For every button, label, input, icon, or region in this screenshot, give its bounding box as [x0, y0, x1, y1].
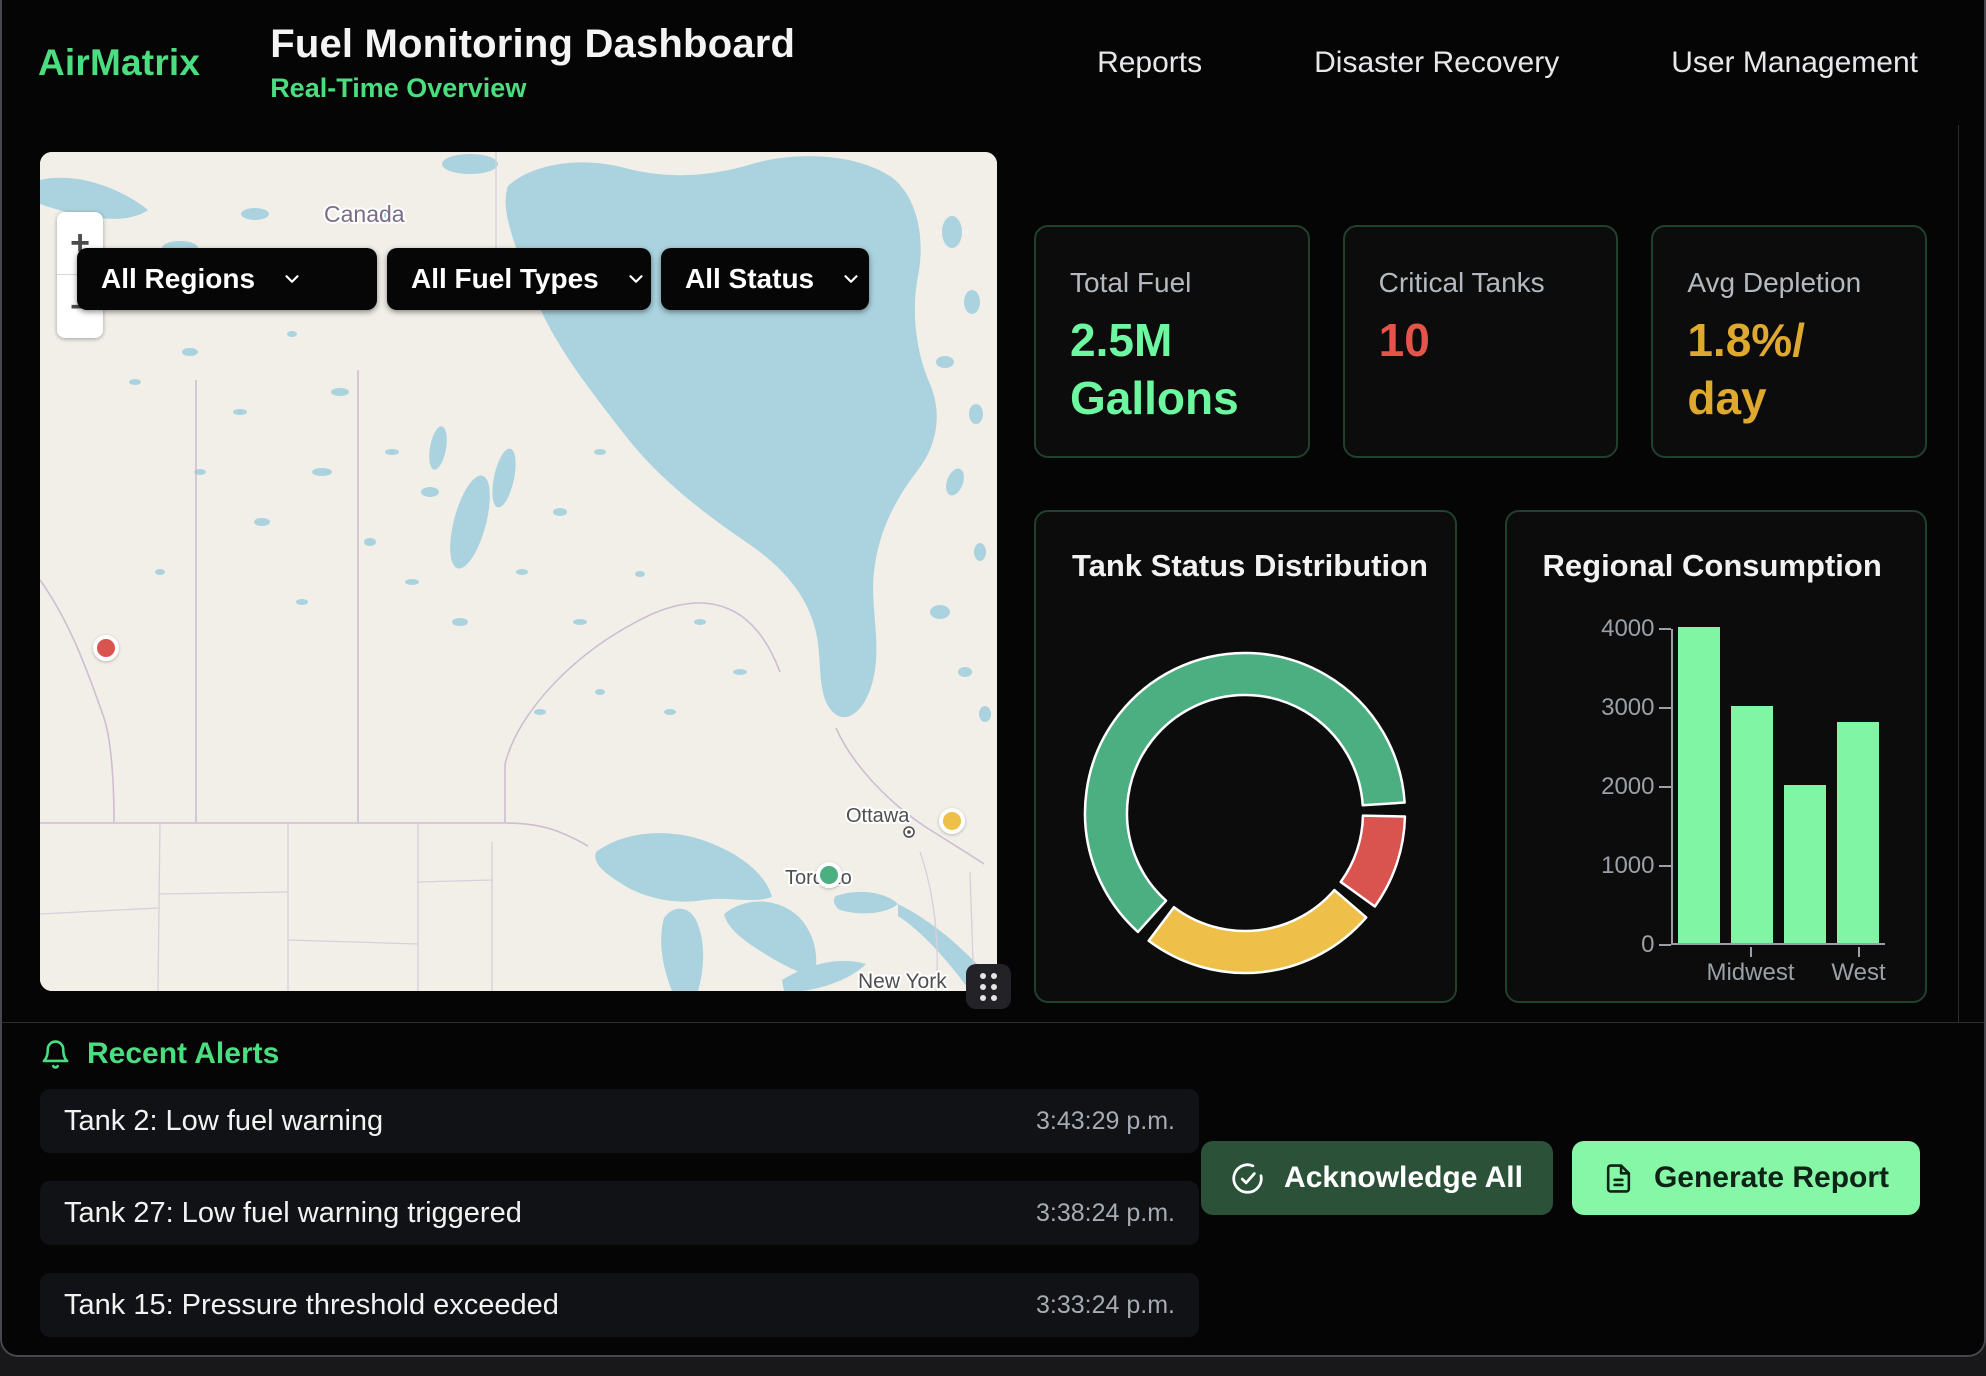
y-tick-mark: [1659, 628, 1671, 630]
y-tick-mark: [1659, 944, 1671, 946]
acknowledge-all-label: Acknowledge All: [1284, 1161, 1523, 1195]
y-tick-label: 3000: [1557, 694, 1655, 722]
y-tick-mark: [1659, 865, 1671, 867]
page-subtitle: Real-Time Overview: [270, 73, 795, 104]
map-label-new-york: New York: [858, 970, 947, 991]
map-label-ottawa: Ottawa: [846, 805, 910, 827]
right-column: Total Fuel 2.5MGallons Critical Tanks 10…: [1034, 152, 1927, 1003]
header: AirMatrix Fuel Monitoring Dashboard Real…: [2, 0, 1984, 125]
chevron-down-icon: [840, 268, 862, 290]
region-filter-select[interactable]: All Regions: [77, 248, 377, 310]
kpi-value: 2.5MGallons: [1070, 311, 1274, 428]
nav-disaster-recovery[interactable]: Disaster Recovery: [1314, 46, 1559, 80]
nav-user-management[interactable]: User Management: [1671, 46, 1918, 80]
main-nav: Reports Disaster Recovery User Managemen…: [1097, 46, 1984, 80]
x-tick-mark: [1750, 947, 1752, 957]
regional-consumption-bar-chart: 01000200030004000MidwestWest: [1507, 512, 1926, 1001]
alert-row[interactable]: Tank 27: Low fuel warning triggered 3:38…: [40, 1181, 1199, 1245]
donut-segment-warning: [1149, 890, 1367, 973]
alerts-list: Tank 2: Low fuel warning 3:43:29 p.m. Ta…: [40, 1089, 1199, 1337]
generate-report-button[interactable]: Generate Report: [1572, 1141, 1920, 1215]
dashboard-window: AirMatrix Fuel Monitoring Dashboard Real…: [0, 0, 1986, 1357]
map-marker-normal[interactable]: [816, 862, 842, 888]
kpi-total-fuel: Total Fuel 2.5MGallons: [1034, 225, 1310, 458]
alerts-header: Recent Alerts: [40, 1033, 1946, 1075]
y-tick-mark: [1659, 707, 1671, 709]
donut-segment-critical: [1341, 816, 1405, 907]
y-tick-label: 0: [1557, 931, 1655, 959]
alert-message: Tank 2: Low fuel warning: [64, 1105, 383, 1138]
tank-status-donut-chart: [1080, 648, 1410, 978]
recent-alerts-section: Recent Alerts Tank 2: Low fuel warning 3…: [2, 1022, 1984, 1355]
chart-title: Tank Status Distribution: [1036, 512, 1455, 584]
generate-report-label: Generate Report: [1654, 1161, 1889, 1195]
kpi-critical-tanks: Critical Tanks 10: [1343, 225, 1619, 458]
map-label-canada: Canada: [324, 201, 405, 227]
map-filter-bar: All Regions All Fuel Types All Status: [77, 248, 869, 310]
bar: [1837, 722, 1879, 943]
kpi-label: Critical Tanks: [1379, 267, 1583, 299]
nav-reports[interactable]: Reports: [1097, 46, 1202, 80]
acknowledge-all-button[interactable]: Acknowledge All: [1201, 1141, 1553, 1215]
status-filter-value: All Status: [685, 263, 814, 295]
regional-consumption-card: Regional Consumption 01000200030004000Mi…: [1505, 510, 1928, 1003]
map[interactable]: Canada Ottawa Toronto New York + −: [40, 152, 997, 991]
bar: [1784, 785, 1826, 943]
chevron-down-icon: [625, 268, 647, 290]
title-block: Fuel Monitoring Dashboard Real-Time Over…: [270, 22, 795, 104]
chevron-down-icon: [281, 268, 303, 290]
bar: [1678, 627, 1720, 943]
alert-timestamp: 3:33:24 p.m.: [1036, 1291, 1175, 1320]
region-filter-value: All Regions: [101, 263, 255, 295]
alert-timestamp: 3:38:24 p.m.: [1036, 1199, 1175, 1228]
content-right-divider: [1958, 0, 1959, 1022]
bar: [1731, 706, 1773, 943]
alert-timestamp: 3:43:29 p.m.: [1036, 1107, 1175, 1136]
screen: AirMatrix Fuel Monitoring Dashboard Real…: [0, 0, 1986, 1376]
alert-row[interactable]: Tank 15: Pressure threshold exceeded 3:3…: [40, 1273, 1199, 1337]
kpi-label: Avg Depletion: [1687, 267, 1891, 299]
y-tick-label: 2000: [1557, 773, 1655, 801]
tank-status-card: Tank Status Distribution: [1034, 510, 1457, 1003]
page-title: Fuel Monitoring Dashboard: [270, 22, 795, 67]
fuel-type-filter-value: All Fuel Types: [411, 263, 599, 295]
kpi-value: 10: [1379, 311, 1583, 369]
y-tick-label: 1000: [1557, 852, 1655, 880]
kpi-row: Total Fuel 2.5MGallons Critical Tanks 10…: [1034, 225, 1927, 458]
alerts-title: Recent Alerts: [87, 1037, 279, 1071]
map-panel: Canada Ottawa Toronto New York + −: [40, 152, 997, 991]
y-tick-mark: [1659, 786, 1671, 788]
bell-icon: [40, 1038, 71, 1071]
kpi-avg-depletion: Avg Depletion 1.8%/day: [1651, 225, 1927, 458]
x-tick-mark: [1858, 947, 1860, 957]
ottawa-town-symbol: [904, 827, 914, 837]
kpi-value: 1.8%/day: [1687, 311, 1891, 428]
alert-message: Tank 15: Pressure threshold exceeded: [64, 1289, 559, 1322]
resize-handle[interactable]: [966, 964, 1011, 1009]
app-logo: AirMatrix: [38, 42, 200, 84]
kpi-label: Total Fuel: [1070, 267, 1274, 299]
status-filter-select[interactable]: All Status: [661, 248, 869, 310]
alert-message: Tank 27: Low fuel warning triggered: [64, 1197, 522, 1230]
y-tick-label: 4000: [1557, 615, 1655, 643]
x-tick-label: West: [1789, 959, 1928, 987]
fuel-type-filter-select[interactable]: All Fuel Types: [387, 248, 651, 310]
map-marker-warning[interactable]: [939, 808, 965, 834]
document-icon: [1603, 1163, 1634, 1194]
check-circle-icon: [1231, 1162, 1264, 1195]
bar-plot-area: [1671, 629, 1885, 945]
map-marker-critical[interactable]: [93, 635, 119, 661]
alert-row[interactable]: Tank 2: Low fuel warning 3:43:29 p.m.: [40, 1089, 1199, 1153]
charts-row: Tank Status Distribution Regional Consum…: [1034, 510, 1927, 1003]
